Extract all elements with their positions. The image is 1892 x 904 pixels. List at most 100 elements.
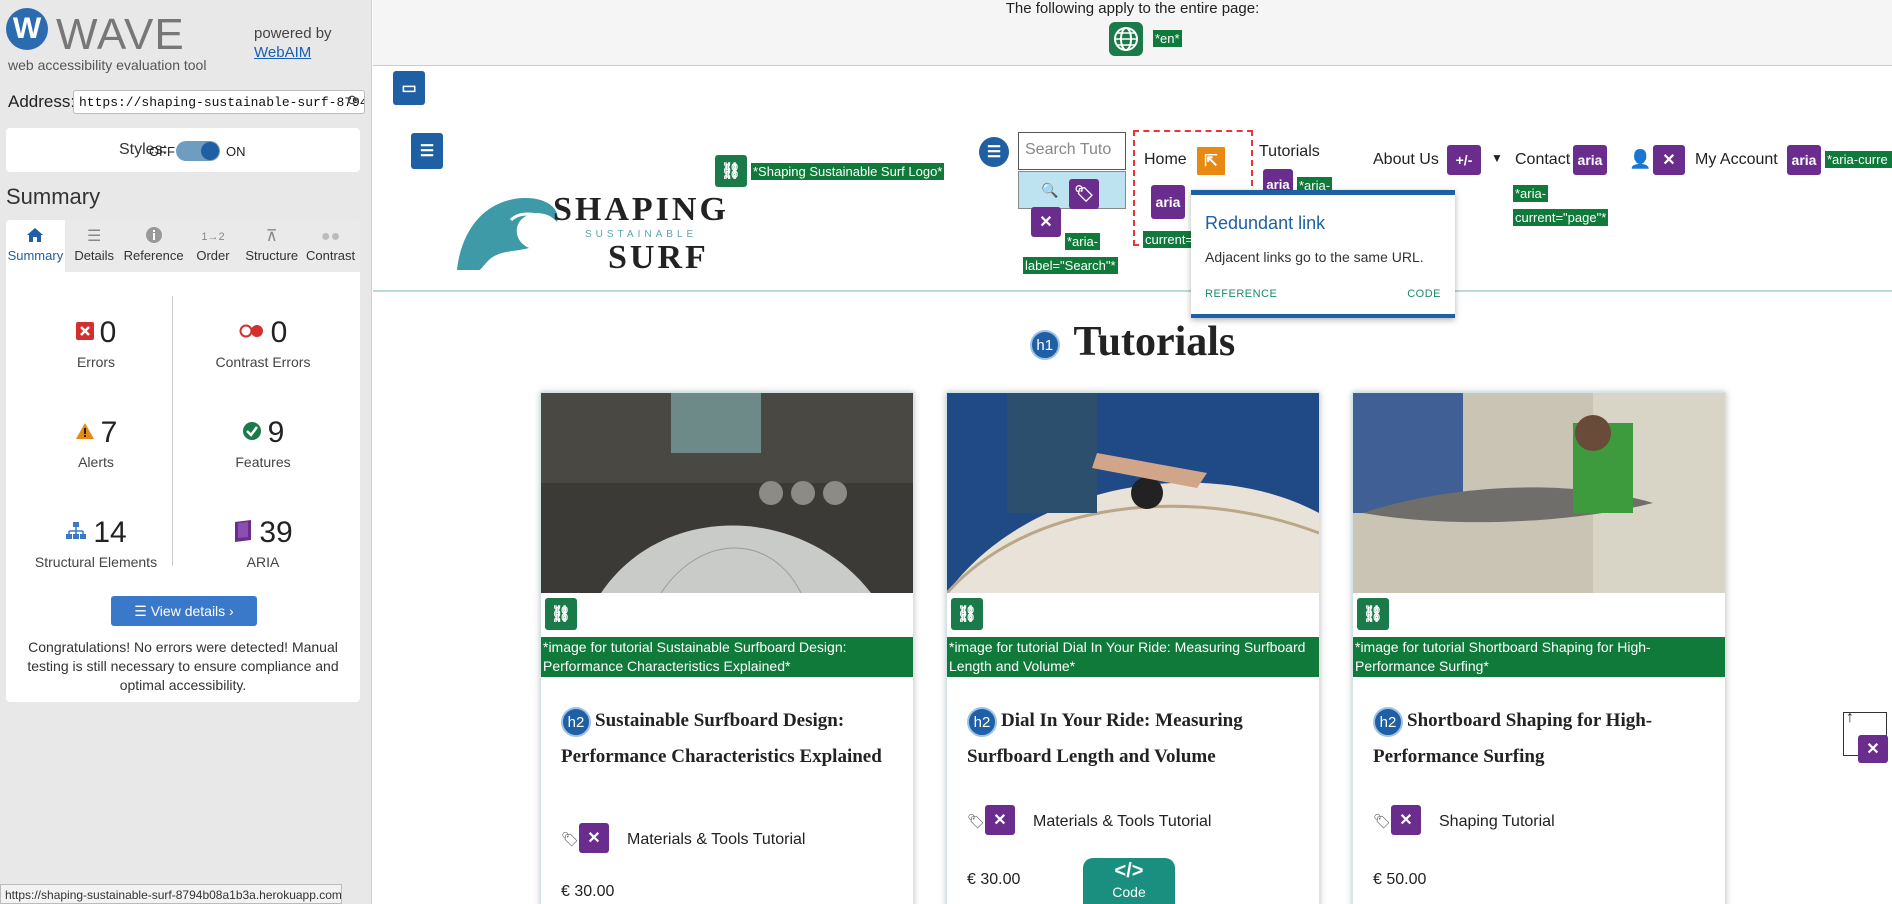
view-details-button[interactable]: ☰ View details › bbox=[111, 596, 257, 626]
wave-sidebar: W WAVE web accessibility evaluation tool… bbox=[0, 0, 372, 904]
aria-hidden-icon[interactable]: ✕ bbox=[1031, 207, 1061, 237]
aria-hidden-icon[interactable]: ✕ bbox=[1653, 145, 1685, 175]
aria-icon[interactable]: aria bbox=[1573, 145, 1607, 175]
tab-label: Order bbox=[196, 248, 230, 263]
structure-icon: ⊼ bbox=[265, 228, 278, 245]
dropdown-caret-icon[interactable]: ▼ bbox=[1491, 151, 1503, 165]
tab-label: Details bbox=[74, 248, 115, 263]
tab-contrast[interactable]: ●● Contrast bbox=[301, 220, 360, 272]
aria-count: 39 bbox=[259, 516, 293, 549]
aria-label: ARIA bbox=[246, 554, 280, 570]
redundant-link-tooltip: Redundant link Adjacent links go to the … bbox=[1191, 190, 1455, 318]
tutorial-title: h2 Shortboard Shaping for High-Performanc… bbox=[1373, 703, 1713, 775]
h2-icon[interactable]: h2 bbox=[1373, 706, 1403, 737]
tutorial-category: Materials & Tools Tutorial bbox=[627, 831, 806, 848]
nav-my-account[interactable]: My Account bbox=[1695, 151, 1778, 169]
tab-details[interactable]: ☰ Details bbox=[65, 220, 124, 272]
toggle-knob bbox=[201, 142, 219, 160]
tab-label: Summary bbox=[7, 248, 64, 263]
nav-home[interactable]: Home bbox=[1144, 151, 1187, 169]
stat-structural[interactable]: 14 Structural Elements bbox=[16, 516, 176, 570]
info-icon bbox=[124, 226, 184, 248]
tab-summary[interactable]: Summary bbox=[6, 220, 65, 272]
search-input[interactable]: Search Tuto bbox=[1018, 132, 1126, 170]
styles-toggle[interactable] bbox=[176, 141, 220, 161]
tutorial-title: h2 Dial In Your Ride: Measuring Surfboard… bbox=[967, 703, 1307, 775]
image-alt-label: *image for tutorial Sustainable Surfboar… bbox=[541, 637, 913, 677]
code-icon: </> bbox=[1114, 860, 1144, 882]
nav-tutorials[interactable]: Tutorials bbox=[1259, 143, 1320, 161]
alerts-label: Alerts bbox=[78, 454, 114, 470]
search-icon: 🔍 bbox=[1041, 182, 1059, 198]
stat-features[interactable]: 9 Features bbox=[183, 416, 343, 470]
site-header: ▭ ☰ SHAPING SUSTAINABLE SURF ⛓ *Shaping … bbox=[373, 67, 1892, 292]
powered-by: powered by WebAIM bbox=[254, 24, 332, 62]
linked-image-icon[interactable]: ⛓ bbox=[715, 155, 747, 187]
header-region-icon[interactable]: ▭ bbox=[393, 71, 425, 105]
tutorial-card[interactable]: ⛓ *image for tutorial Dial In Your Ride:… bbox=[946, 392, 1320, 904]
stat-aria[interactable]: 39 ARIA bbox=[183, 516, 343, 570]
tab-label: Contrast bbox=[306, 248, 356, 263]
styles-off-label: OFF bbox=[149, 144, 175, 159]
language-label: *en* bbox=[1153, 30, 1182, 47]
address-input[interactable]: https://shaping-sustainable-surf-8794b08… bbox=[73, 90, 365, 114]
linked-image-icon[interactable]: ⛓ bbox=[545, 598, 577, 630]
feature-icon bbox=[242, 421, 262, 446]
tutorial-category: Shaping Tutorial bbox=[1439, 813, 1555, 830]
aria-icon bbox=[233, 519, 253, 547]
congrats-message: Congratulations! No errors were detected… bbox=[27, 639, 339, 693]
tutorial-title-text: Dial In Your Ride: Measuring Surfboard L… bbox=[967, 710, 1243, 767]
aria-expanded-icon[interactable]: +/- bbox=[1447, 145, 1481, 175]
brand-word-shaping: SHAPING bbox=[553, 191, 729, 228]
linked-image-icon[interactable]: ⛓ bbox=[1357, 598, 1389, 630]
language-icon[interactable] bbox=[1109, 22, 1143, 56]
refresh-icon[interactable]: ⟳ bbox=[347, 93, 359, 110]
aria-search-label-2: label="Search"* bbox=[1023, 257, 1118, 274]
aria-hidden-icon[interactable]: ✕ bbox=[1391, 805, 1421, 835]
tab-label: Reference bbox=[123, 248, 184, 263]
tab-order[interactable]: 1→2 Order bbox=[184, 220, 243, 272]
tooltip-reference-link[interactable]: REFERENCE bbox=[1205, 288, 1277, 300]
tab-reference[interactable]: Reference bbox=[124, 220, 184, 272]
aria-icon[interactable]: aria bbox=[1787, 145, 1821, 175]
aria-icon[interactable]: aria bbox=[1151, 185, 1185, 219]
aria-label-icon[interactable]: 🏷 bbox=[1069, 179, 1099, 209]
structural-label: Structural Elements bbox=[34, 554, 158, 570]
tab-structure[interactable]: ⊼ Structure bbox=[242, 220, 301, 272]
nav-region-icon[interactable]: ☰ bbox=[411, 133, 443, 169]
h1-icon[interactable]: h1 bbox=[1029, 330, 1060, 361]
redundant-link-alert-icon[interactable]: ⇱ bbox=[1195, 145, 1227, 177]
site-logo[interactable]: SHAPING SUSTAINABLE SURF bbox=[453, 127, 726, 277]
aria-current-label-1: *aria- bbox=[1513, 185, 1549, 202]
arrow-up-icon: ↑ bbox=[1846, 709, 1854, 726]
logo-alt-label: *Shaping Sustainable Surf Logo* bbox=[751, 163, 945, 180]
h2-icon[interactable]: h2 bbox=[561, 706, 591, 737]
view-details-label: View details › bbox=[150, 603, 234, 619]
error-icon bbox=[75, 321, 94, 345]
nav-about[interactable]: About Us bbox=[1373, 151, 1439, 169]
webaim-link[interactable]: WebAIM bbox=[254, 44, 311, 61]
nav-contact[interactable]: Contact bbox=[1515, 151, 1570, 169]
code-toggle-button[interactable]: </> Code bbox=[1083, 858, 1175, 904]
aria-word: aria bbox=[1791, 152, 1817, 168]
stat-errors[interactable]: 0 Errors bbox=[16, 316, 176, 370]
tutorial-image bbox=[1353, 393, 1725, 593]
aria-hidden-icon[interactable]: ✕ bbox=[985, 805, 1015, 835]
stat-contrast-errors[interactable]: 0 Contrast Errors bbox=[183, 316, 343, 370]
tutorial-card[interactable]: ⛓ *image for tutorial Shortboard Shaping… bbox=[1352, 392, 1726, 904]
aria-hidden-icon[interactable]: ✕ bbox=[579, 823, 609, 853]
tutorial-card[interactable]: ⛓ *image for tutorial Sustainable Surfbo… bbox=[540, 392, 914, 904]
tooltip-code-link[interactable]: CODE bbox=[1407, 288, 1441, 300]
address-value: https://shaping-sustainable-surf-8794b08… bbox=[79, 95, 365, 110]
aria-current-fragment: current= bbox=[1143, 231, 1196, 248]
h2-icon[interactable]: h2 bbox=[967, 706, 997, 737]
stat-alerts[interactable]: 7 Alerts bbox=[16, 416, 176, 470]
aria-hidden-icon[interactable]: ✕ bbox=[1858, 735, 1888, 763]
address-bar: Address: https://shaping-sustainable-sur… bbox=[8, 90, 365, 114]
tag-icon: 🏷 bbox=[561, 831, 579, 847]
back-to-top-button[interactable]: ↑ ✕ bbox=[1843, 709, 1888, 763]
linked-image-icon[interactable]: ⛓ bbox=[951, 598, 983, 630]
aria-current-label-2: current="page"* bbox=[1513, 209, 1609, 226]
list-icon[interactable]: ☰ bbox=[979, 137, 1009, 167]
address-label: Address: bbox=[8, 92, 76, 111]
